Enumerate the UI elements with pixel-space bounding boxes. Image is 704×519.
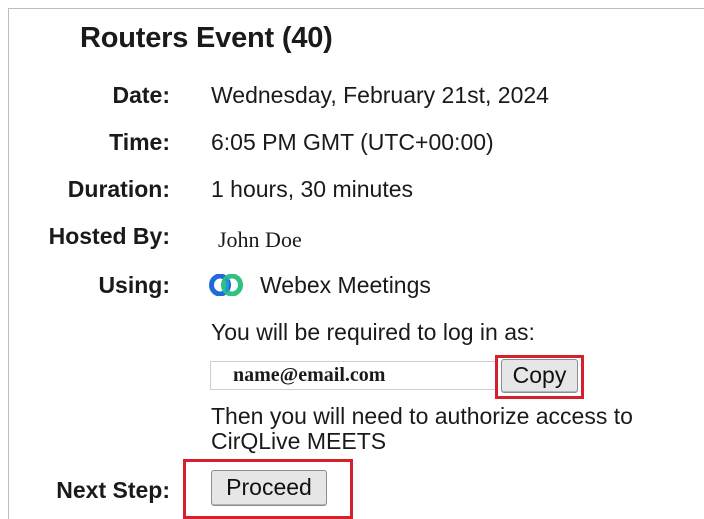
login-email-field[interactable]: name@email.com bbox=[210, 361, 496, 390]
using-label: Using: bbox=[98, 272, 170, 298]
date-value: Wednesday, February 21st, 2024 bbox=[211, 82, 549, 108]
using-value: Webex Meetings bbox=[260, 272, 431, 298]
duration-value: 1 hours, 30 minutes bbox=[211, 176, 414, 202]
authorize-text-line1: Then you will need to authorize access t… bbox=[211, 403, 633, 429]
copy-button[interactable]: Copy bbox=[501, 359, 578, 393]
webex-logo-icon bbox=[209, 274, 243, 296]
hosted-by-label: Hosted By: bbox=[48, 223, 170, 249]
proceed-button[interactable]: Proceed bbox=[211, 470, 327, 506]
page-title: Routers Event (40) bbox=[80, 22, 333, 54]
next-step-label: Next Step: bbox=[56, 477, 170, 503]
host-name: John Doe bbox=[218, 227, 302, 252]
login-instruction: You will be required to log in as: bbox=[211, 319, 535, 345]
date-label: Date: bbox=[112, 82, 170, 108]
time-value: 6:05 PM GMT (UTC+00:00) bbox=[211, 129, 494, 155]
time-label: Time: bbox=[109, 129, 170, 155]
duration-label: Duration: bbox=[67, 176, 170, 202]
authorize-text-line2: CirQLive MEETS bbox=[211, 428, 387, 454]
